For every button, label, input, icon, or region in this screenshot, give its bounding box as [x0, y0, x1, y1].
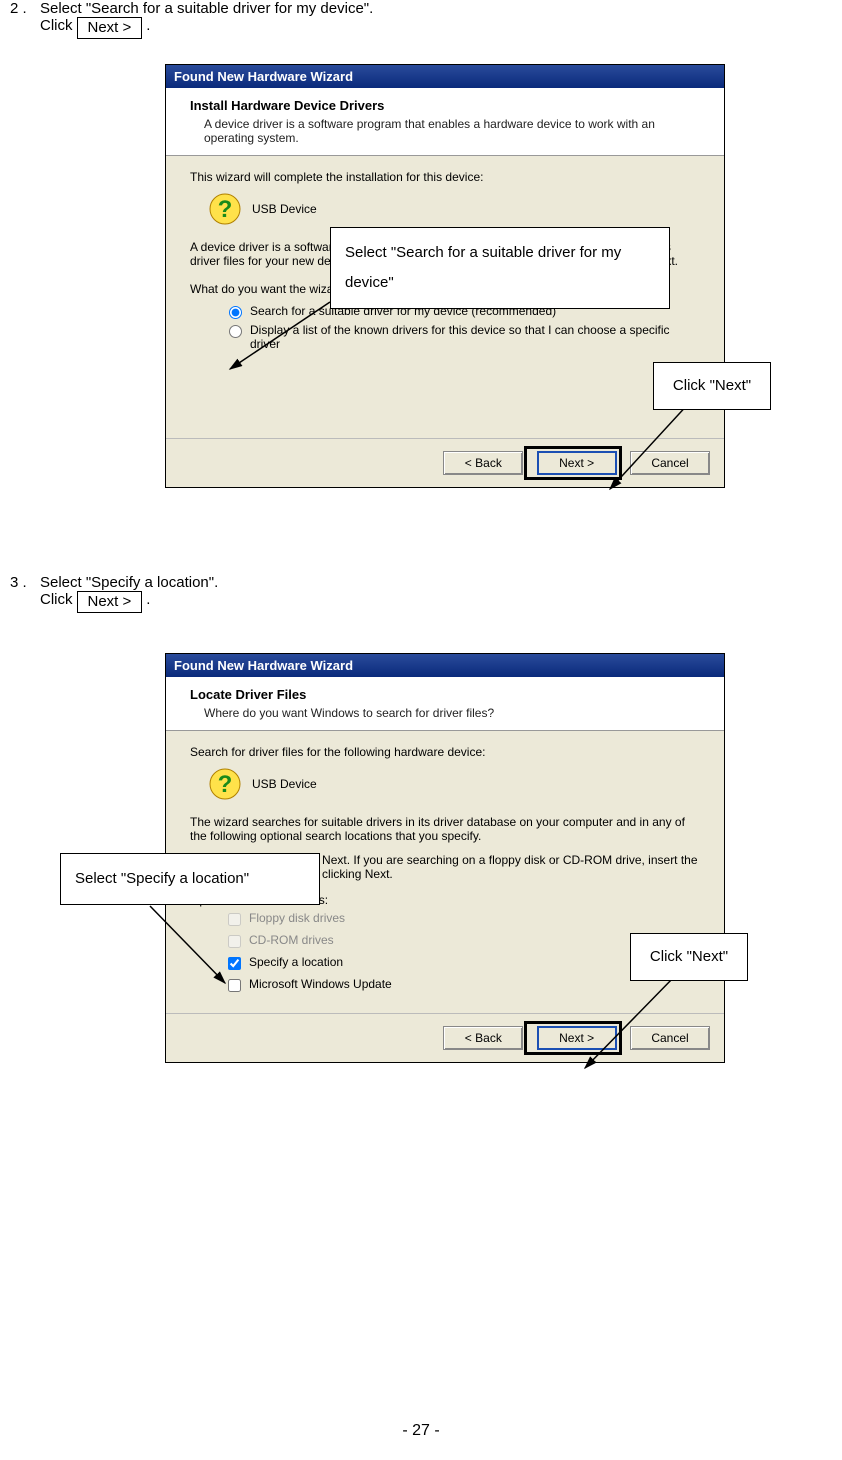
checkbox-input[interactable]	[228, 979, 241, 992]
header-subtitle: Where do you want Windows to search for …	[190, 706, 708, 720]
next-highlight: Next >	[527, 449, 619, 477]
next-highlight: Next >	[527, 1024, 619, 1052]
callout-click-next: Click "Next"	[653, 362, 771, 410]
callout-specify-location: Select "Specify a location"	[60, 853, 320, 905]
checkbox-label: CD-ROM drives	[249, 933, 334, 947]
checkbox-specify-location[interactable]: Specify a location	[224, 955, 700, 973]
click-word: Click	[40, 591, 73, 608]
question-device-icon: ?	[208, 767, 242, 801]
checkbox-input[interactable]	[228, 957, 241, 970]
callout-select-search: Select "Search for a suitable driver for…	[330, 227, 670, 309]
prompt-text: Search for driver files for the followin…	[190, 745, 700, 759]
dialog-header: Install Hardware Device Drivers A device…	[166, 88, 724, 156]
device-name: USB Device	[252, 202, 317, 216]
question-device-icon: ?	[208, 192, 242, 226]
checkbox-input[interactable]	[228, 913, 241, 926]
dialog-header: Locate Driver Files Where do you want Wi…	[166, 677, 724, 731]
back-button[interactable]: < Back	[443, 1026, 523, 1050]
window-titlebar: Found New Hardware Wizard	[166, 654, 724, 677]
cancel-button[interactable]: Cancel	[630, 1026, 710, 1050]
cancel-button[interactable]: Cancel	[630, 451, 710, 475]
checkbox-label: Specify a location	[249, 955, 343, 969]
callout-click-next-2: Click "Next"	[630, 933, 748, 981]
step-text: Select "Specify a location".	[40, 574, 218, 591]
step-number: 3 .	[10, 574, 40, 591]
click-word: Click	[40, 17, 73, 34]
next-button[interactable]: Next >	[537, 451, 617, 475]
header-title: Install Hardware Device Drivers	[190, 98, 708, 113]
description-text-1: The wizard searches for suitable drivers…	[190, 815, 700, 843]
prompt-text: This wizard will complete the installati…	[190, 170, 700, 184]
step-number: 2 .	[10, 0, 40, 17]
radio-input[interactable]	[229, 325, 242, 338]
checkbox-input[interactable]	[228, 935, 241, 948]
header-title: Locate Driver Files	[190, 687, 708, 702]
step-3: 3 . Select "Specify a location". Click N…	[0, 574, 842, 613]
button-row: < Back Next > Cancel	[166, 438, 724, 487]
step-text: Select "Search for a suitable driver for…	[40, 0, 373, 17]
inline-next-button: Next >	[77, 591, 143, 613]
radio-input[interactable]	[229, 306, 242, 319]
checkbox-floppy[interactable]: Floppy disk drives	[224, 911, 700, 929]
checkbox-cdrom[interactable]: CD-ROM drives	[224, 933, 700, 951]
checkbox-label: Floppy disk drives	[249, 911, 345, 925]
header-subtitle: A device driver is a software program th…	[190, 117, 708, 145]
page-number: - 27 -	[0, 1422, 842, 1440]
svg-text:?: ?	[218, 771, 233, 798]
svg-text:?: ?	[218, 196, 233, 223]
radio-label: Display a list of the known drivers for …	[250, 323, 700, 351]
checkbox-windows-update[interactable]: Microsoft Windows Update	[224, 977, 700, 995]
period: .	[146, 591, 150, 608]
radio-display-list[interactable]: Display a list of the known drivers for …	[224, 323, 700, 351]
button-row: < Back Next > Cancel	[166, 1013, 724, 1062]
back-button[interactable]: < Back	[443, 451, 523, 475]
period: .	[146, 17, 150, 34]
checkbox-label: Microsoft Windows Update	[249, 977, 392, 991]
device-name: USB Device	[252, 777, 317, 791]
next-button[interactable]: Next >	[537, 1026, 617, 1050]
window-titlebar: Found New Hardware Wizard	[166, 65, 724, 88]
inline-next-button: Next >	[77, 17, 143, 39]
step-2: 2 . Select "Search for a suitable driver…	[0, 0, 842, 39]
